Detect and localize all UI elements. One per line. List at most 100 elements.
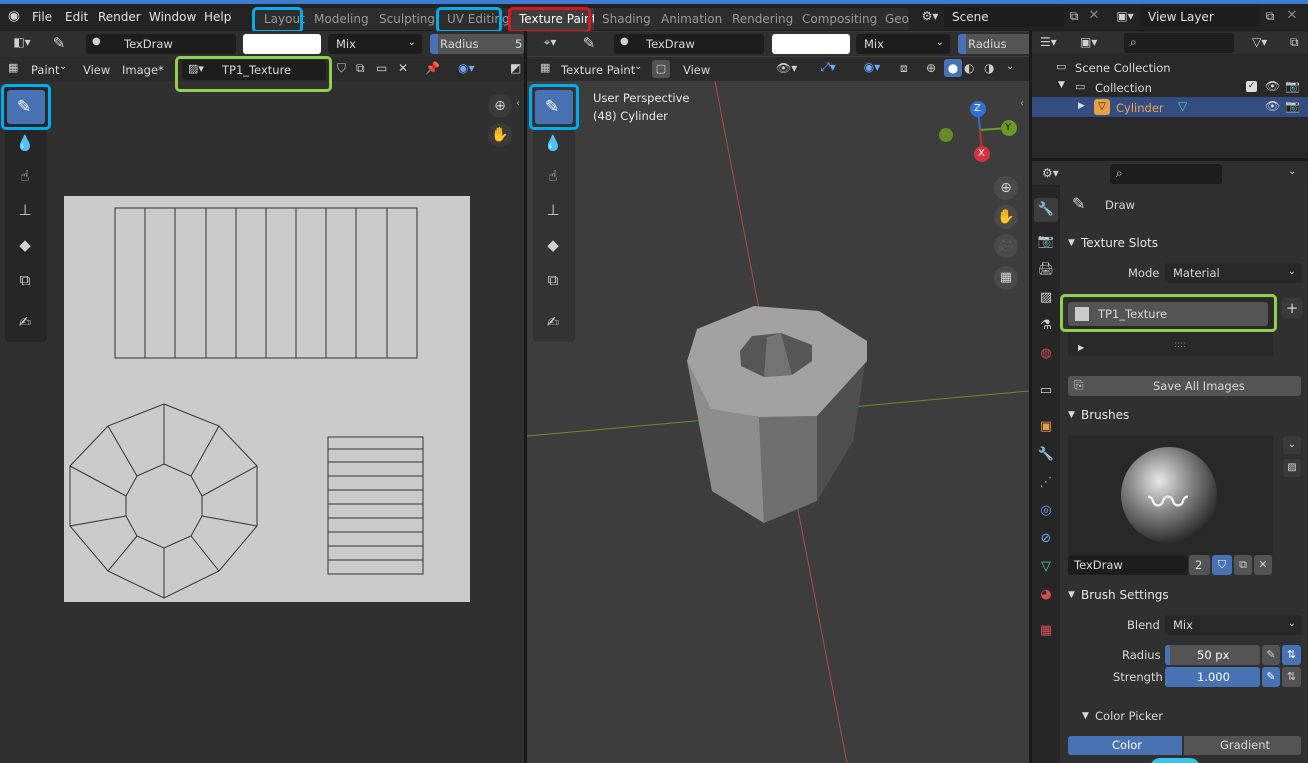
- open-image-folder-icon[interactable]: ▭: [376, 61, 387, 75]
- soften-tool-icon[interactable]: 💧: [13, 134, 37, 152]
- brush-tool-icon[interactable]: ✎: [48, 34, 70, 52]
- clone-tool-icon[interactable]: ⊥: [13, 201, 37, 219]
- render-camera-icon[interactable]: 📷: [1285, 99, 1300, 113]
- tool-tab-icon[interactable]: 🔧: [1034, 198, 1058, 222]
- xray-toggle-icon[interactable]: ⧈: [900, 61, 908, 76]
- editor-type-icon[interactable]: ◧▾: [8, 35, 36, 49]
- properties-editor-type-icon[interactable]: ⚙▾: [1042, 166, 1059, 180]
- unified-strength-icon[interactable]: ⇅: [1282, 667, 1301, 687]
- brush-image-icon[interactable]: ▨: [1283, 459, 1301, 477]
- data-tab-icon[interactable]: ▽: [1034, 559, 1058, 574]
- color-wheel-edge[interactable]: [1150, 758, 1200, 763]
- brush-preview[interactable]: 〰: [1068, 435, 1273, 555]
- texture-mode-select[interactable]: Material ⌄: [1165, 263, 1302, 283]
- scene-icon[interactable]: ⚙▾: [918, 9, 942, 23]
- rendered-shading-icon[interactable]: ◑: [984, 61, 994, 75]
- expand-arrow-icon[interactable]: ▼: [1058, 80, 1065, 90]
- soften-tool-icon[interactable]: 💧: [541, 134, 565, 152]
- smear-tool-icon[interactable]: ☝: [13, 167, 37, 185]
- outliner-editor-type-icon[interactable]: ☰▾: [1040, 35, 1057, 49]
- view-menu[interactable]: View: [83, 63, 110, 77]
- blender-logo-icon[interactable]: ◉: [6, 8, 22, 24]
- delete-scene-icon[interactable]: ✕: [1086, 8, 1102, 23]
- render-camera-icon[interactable]: 📷: [1285, 79, 1300, 93]
- zoom-icon[interactable]: ⊕: [994, 176, 1018, 200]
- tab-animation[interactable]: Animation: [653, 8, 731, 30]
- annotate-tool-icon[interactable]: ✍: [13, 313, 37, 331]
- menu-window[interactable]: Window: [149, 10, 196, 24]
- collection-tab-icon[interactable]: ▭: [1034, 383, 1058, 398]
- fill-tool-icon[interactable]: ◆: [541, 236, 565, 254]
- brush-users-count[interactable]: 2: [1189, 555, 1210, 575]
- brush-settings-title[interactable]: Brush Settings: [1081, 588, 1169, 602]
- radius-field[interactable]: Radius 5: [430, 34, 524, 54]
- world-tab-icon[interactable]: ◍: [1034, 346, 1058, 361]
- exclude-checkbox[interactable]: ✓: [1246, 81, 1257, 92]
- add-slot-icon[interactable]: +: [1282, 298, 1302, 318]
- expand-arrow-icon[interactable]: ▼: [1068, 590, 1075, 600]
- viewport-color-swatch[interactable]: [772, 34, 850, 54]
- viewport-editor-type-icon[interactable]: ⌖▾: [536, 35, 564, 50]
- scene-tab-icon[interactable]: ⚗: [1034, 318, 1058, 333]
- visibility-eye-icon[interactable]: 👁: [1265, 99, 1280, 113]
- expand-arrow-icon[interactable]: ▼: [1068, 410, 1075, 420]
- viewport-radius-field[interactable]: Radius: [958, 34, 1029, 54]
- viewport-brush-tool-icon[interactable]: ✎: [578, 34, 600, 52]
- texture-tab-icon[interactable]: ▦: [1034, 623, 1058, 638]
- overlay-toggle-icon[interactable]: ◉▾: [458, 61, 475, 75]
- chevron-down-icon[interactable]: ⌄: [1006, 61, 1014, 72]
- region-collapse-arrow[interactable]: ‹: [1020, 98, 1024, 109]
- view-layer-selector[interactable]: View Layer: [1140, 7, 1260, 27]
- pan-hand-icon[interactable]: ✋: [488, 123, 512, 147]
- brush-menu-chevron-icon[interactable]: ⌄: [1283, 436, 1301, 454]
- brushes-title[interactable]: Brushes: [1081, 408, 1129, 422]
- modifier-tab-icon[interactable]: 🔧: [1034, 447, 1058, 462]
- pin-icon[interactable]: 📌: [425, 61, 440, 75]
- pan-hand-icon[interactable]: ✋: [994, 205, 1018, 229]
- annotate-tool-icon[interactable]: ✍: [541, 313, 565, 331]
- gizmo-toggle-icon[interactable]: ⤢▾: [810, 60, 846, 75]
- sidebar-toggle-icon[interactable]: ◩: [510, 61, 521, 75]
- image-menu[interactable]: Image*: [122, 63, 164, 77]
- menu-file[interactable]: File: [32, 10, 52, 24]
- fill-tool-icon[interactable]: ◆: [13, 236, 37, 254]
- scene-selector[interactable]: Scene: [944, 7, 1064, 27]
- mesh-data-icon[interactable]: ▽: [1178, 99, 1187, 113]
- tab-geometry[interactable]: Geo: [877, 8, 909, 30]
- chevron-down-icon[interactable]: ⌄: [1288, 166, 1296, 177]
- physics-tab-icon[interactable]: ◎: [1034, 503, 1058, 518]
- save-all-images-button[interactable]: ⎘ Save All Images: [1068, 376, 1301, 396]
- new-view-layer-icon[interactable]: ⧉: [1262, 9, 1278, 24]
- constraints-tab-icon[interactable]: ⊘: [1034, 531, 1058, 546]
- tab-sculpting[interactable]: Sculpting: [371, 8, 444, 30]
- smear-tool-icon[interactable]: ☝: [541, 167, 565, 185]
- brush-name-field[interactable]: TexDraw: [1068, 555, 1188, 575]
- color-picker-title[interactable]: Color Picker: [1095, 709, 1163, 723]
- brush-strength-field[interactable]: 1.000: [1165, 667, 1260, 687]
- color-tab[interactable]: Color: [1068, 736, 1182, 755]
- tab-modeling[interactable]: Modeling: [306, 8, 377, 30]
- particles-tab-icon[interactable]: ⋰: [1034, 475, 1058, 490]
- mode-select[interactable]: Paint: [31, 63, 59, 77]
- texture-slots-title[interactable]: Texture Slots: [1081, 236, 1158, 250]
- object-tab-icon[interactable]: ▣: [1034, 419, 1058, 434]
- unlink-image-icon[interactable]: ✕: [398, 61, 408, 75]
- viewport-blend-select[interactable]: Mix ⌄: [856, 34, 950, 54]
- visibility-icon[interactable]: 👁▾: [776, 61, 797, 75]
- scene-collection-label[interactable]: Scene Collection: [1075, 61, 1171, 75]
- fake-user-shield-icon[interactable]: ⛉: [1212, 555, 1232, 575]
- mask-tool-icon[interactable]: ⧉: [13, 271, 37, 289]
- menu-help[interactable]: Help: [204, 10, 231, 24]
- texture-image[interactable]: [64, 196, 470, 602]
- expand-arrow-icon[interactable]: ▼: [1082, 711, 1089, 721]
- output-tab-icon[interactable]: 🖨: [1034, 262, 1058, 277]
- clone-tool-icon[interactable]: ⊥: [541, 201, 565, 219]
- face-mask-icon[interactable]: ▢: [652, 60, 670, 78]
- pressure-radius-icon[interactable]: ✎: [1262, 645, 1280, 665]
- mask-tool-icon[interactable]: ⧉: [541, 271, 565, 289]
- pressure-strength-icon[interactable]: ✎: [1262, 667, 1280, 687]
- menu-edit[interactable]: Edit: [65, 10, 88, 24]
- camera-view-icon[interactable]: 🎥: [994, 234, 1018, 258]
- expand-arrow-icon[interactable]: ▶: [1078, 101, 1085, 111]
- visibility-eye-icon[interactable]: 👁: [1265, 79, 1280, 93]
